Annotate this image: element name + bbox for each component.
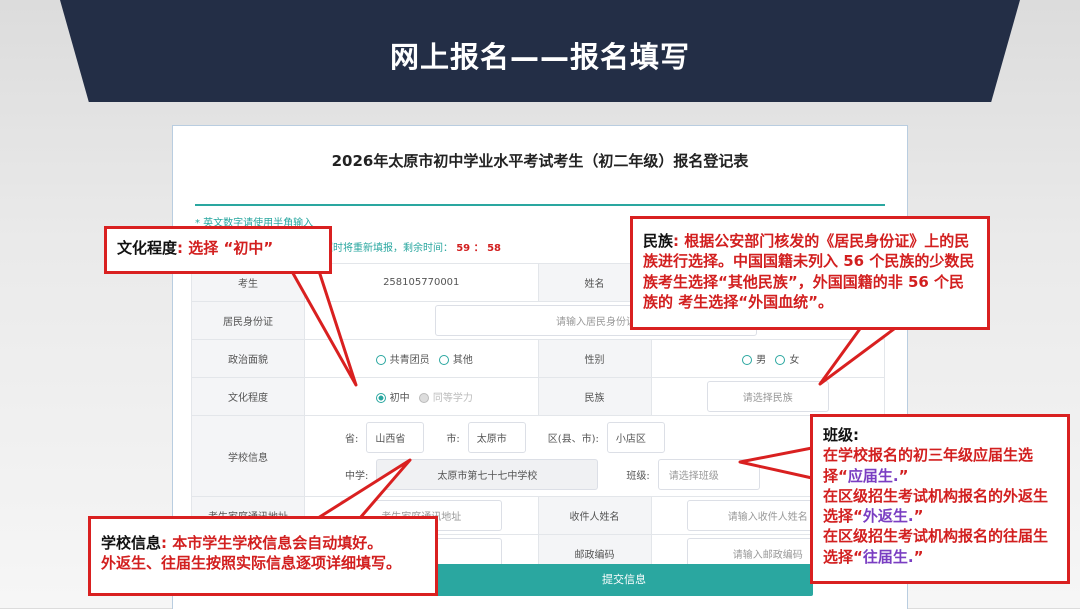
class-line3-end: ” — [913, 547, 924, 566]
class-option-current: 应届生. — [847, 466, 899, 485]
ethnic-callout-body: : 根据公安部门核发的《居民身份证》上的民族进行选择。中国国籍未列入 56 个民… — [643, 232, 975, 311]
ethnic-callout-pointer — [818, 324, 900, 386]
school-callout-body2: 外返生、往届生按照实际信息逐项详细填写。 — [101, 554, 402, 573]
class-line3: 在区级招生考试机构报名的往届生选择“ — [823, 527, 1049, 566]
edu-callout: 文化程度: 选择 “初中” — [104, 226, 332, 274]
class-option-previous: 往届生. — [862, 547, 914, 566]
school-callout-pointer — [316, 458, 412, 520]
school-callout-head: 学校信息 — [101, 534, 162, 552]
class-callout: 班级: 在学校报名的初三年级应届生选择“应届生.” 在区级招生考试机构报名的外返… — [810, 414, 1070, 584]
edu-callout-pointer — [288, 266, 358, 387]
edu-callout-body: : 选择 “初中” — [177, 239, 274, 257]
class-line2-end: ” — [913, 507, 924, 525]
school-callout: 学校信息: 本市学生学校信息会自动填好。 外返生、往届生按照实际信息逐项详细填写… — [88, 516, 438, 596]
class-callout-head: 班级: — [823, 426, 859, 444]
class-option-returning: 外返生. — [862, 507, 914, 525]
class-line2: 在区级招生考试机构报名的外返生选择“ — [823, 486, 1049, 525]
ethnic-callout-head: 民族 — [643, 232, 674, 250]
ethnic-callout: 民族: 根据公安部门核发的《居民身份证》上的民族进行选择。中国国籍未列入 56 … — [630, 216, 990, 330]
class-line1-end: ” — [898, 466, 909, 485]
class-callout-pointer — [738, 446, 814, 480]
edu-callout-head: 文化程度 — [117, 239, 178, 257]
school-callout-body1: : 本市学生学校信息会自动填好。 — [161, 534, 383, 552]
